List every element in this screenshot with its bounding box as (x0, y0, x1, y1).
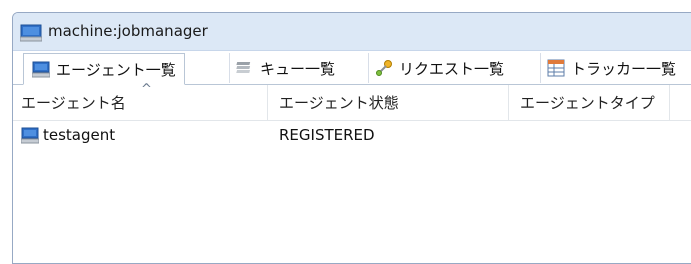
tab-request-list[interactable]: リクエスト一覧 (368, 53, 510, 83)
tab-strip: エージェント一覧 キュー一覧 リクエスト一覧 トラッカー一覧 (13, 51, 691, 85)
column-divider[interactable] (267, 85, 268, 120)
column-header-agent-name[interactable]: エージェント名 ^ (21, 82, 261, 120)
column-header-agent-type[interactable]: エージェントタイプ (520, 85, 670, 120)
queue-stack-icon (236, 59, 254, 77)
agent-state-cell: REGISTERED (279, 126, 375, 144)
tab-agent-list[interactable]: エージェント一覧 (23, 53, 185, 85)
app-window: machine:jobmanager エージェント一覧 キュー一覧 リクエスト一… (12, 12, 691, 264)
agent-monitor-icon (20, 126, 40, 144)
column-divider[interactable] (669, 85, 670, 120)
sort-ascending-icon: ^ (141, 82, 152, 97)
table-header: エージェント名 ^ エージェント状態 エージェントタイプ (13, 82, 691, 121)
tab-label: リクエスト一覧 (399, 59, 505, 78)
title-bar[interactable]: machine:jobmanager (13, 13, 691, 51)
tab-label: トラッカー一覧 (571, 59, 677, 78)
table-row[interactable]: testagent REGISTERED (13, 121, 691, 149)
column-header-agent-state[interactable]: エージェント状態 (279, 85, 509, 120)
request-key-icon (375, 59, 393, 77)
tab-label: エージェント一覧 (56, 60, 176, 79)
computer-monitor-icon (19, 24, 43, 42)
agent-monitor-icon (31, 60, 51, 78)
tab-queue-list[interactable]: キュー一覧 (229, 53, 341, 83)
tab-tracker-list[interactable]: トラッカー一覧 (540, 53, 682, 83)
agent-name-cell[interactable]: testagent (20, 121, 115, 149)
tab-label: キュー一覧 (260, 59, 336, 78)
window-title: machine:jobmanager (48, 22, 208, 40)
tracker-grid-icon (547, 59, 565, 77)
column-divider[interactable] (508, 85, 509, 120)
